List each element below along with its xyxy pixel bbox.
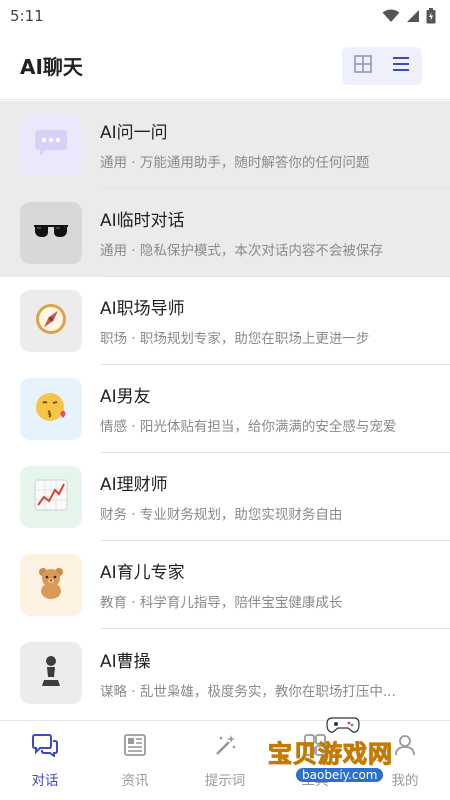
- chat-desc: 职场 · 职场规划专家，助您在职场上更进一步: [100, 331, 370, 347]
- avatar: [20, 642, 82, 704]
- chat-item-financial-planner[interactable]: AI理财师 财务 · 专业财务规划，助您实现财务自由: [0, 453, 450, 541]
- kissing-face-icon: [34, 390, 68, 428]
- chat-name: AI临时对话: [100, 211, 185, 231]
- chat-item-cao-cao[interactable]: AI曹操 谋略 · 乱世枭雄，极度务实，教你在职场打压中...: [0, 629, 450, 717]
- avatar: [20, 554, 82, 616]
- avatar: [20, 290, 82, 352]
- chat-desc: 教育 · 科学育儿指导，陪伴宝宝健康成长: [100, 595, 343, 611]
- chat-icon: [32, 733, 58, 761]
- teddy-bear-icon: [34, 566, 68, 604]
- magic-wand-icon: [213, 733, 237, 761]
- chat-item-career-mentor[interactable]: AI职场导师 职场 · 职场规划专家，助您在职场上更进一步: [0, 277, 450, 365]
- chat-item-boyfriend[interactable]: AI男友 情感 · 阳光体贴有担当，给你满满的安全感与宠爱: [0, 365, 450, 453]
- status-bar: 5:11: [0, 0, 450, 32]
- tab-label: 工具: [301, 772, 329, 789]
- view-toggle: [342, 46, 422, 85]
- bottom-tab-bar: 对话 资讯 提示词 工具 我的: [0, 720, 450, 800]
- chart-increasing-icon: [34, 479, 68, 515]
- chat-item-ask[interactable]: AI问一问 通用 · 万能通用助手，随时解答你的任何问题: [0, 101, 450, 189]
- profile-icon: [393, 733, 417, 761]
- tab-label: 资讯: [121, 772, 149, 789]
- chat-item-parenting-expert[interactable]: AI育儿专家 教育 · 科学育儿指导，陪伴宝宝健康成长: [0, 541, 450, 629]
- status-time: 5:11: [10, 7, 44, 25]
- app-bar: AI聊天: [0, 32, 450, 100]
- news-icon: [123, 733, 147, 761]
- grid-icon: [354, 54, 372, 77]
- tab-tools[interactable]: 工具: [270, 721, 360, 800]
- chat-desc: 通用 · 万能通用助手，随时解答你的任何问题: [100, 155, 370, 171]
- tab-label: 对话: [31, 772, 59, 789]
- chat-desc: 谋略 · 乱世枭雄，极度务实，教你在职场打压中...: [100, 683, 396, 700]
- status-icons: [382, 8, 436, 24]
- page-title: AI聊天: [20, 55, 83, 79]
- chat-list: AI问一问 通用 · 万能通用助手，随时解答你的任何问题 AI临时对话 通用 ·…: [0, 101, 450, 720]
- chess-pawn-icon: [39, 654, 63, 692]
- speech-bubble-icon: [34, 128, 68, 162]
- chat-name: AI理财师: [100, 475, 168, 495]
- tab-prompts[interactable]: 提示词: [180, 721, 270, 800]
- avatar: [20, 466, 82, 528]
- wifi-icon: [382, 9, 400, 23]
- tab-label: 我的: [391, 772, 419, 789]
- list-icon: [392, 56, 410, 76]
- list-view-button[interactable]: [384, 51, 418, 81]
- chat-name: AI育儿专家: [100, 563, 185, 583]
- chat-desc: 财务 · 专业财务规划，助您实现财务自由: [100, 507, 343, 523]
- compass-icon: [34, 302, 68, 340]
- chat-name: AI男友: [100, 387, 151, 407]
- avatar: [20, 202, 82, 264]
- chat-desc: 通用 · 隐私保护模式，本次对话内容不会被保存: [100, 243, 383, 259]
- signal-icon: [406, 9, 420, 23]
- tab-chat[interactable]: 对话: [0, 721, 90, 800]
- tab-news[interactable]: 资讯: [90, 721, 180, 800]
- tools-icon: [303, 733, 327, 761]
- avatar: [20, 378, 82, 440]
- chat-desc: 情感 · 阳光体贴有担当，给你满满的安全感与宠爱: [100, 419, 397, 435]
- chat-name: AI职场导师: [100, 299, 185, 319]
- chat-name: AI问一问: [100, 123, 168, 143]
- grid-view-button[interactable]: [346, 51, 380, 81]
- tab-profile[interactable]: 我的: [360, 721, 450, 800]
- chat-item-temporary[interactable]: AI临时对话 通用 · 隐私保护模式，本次对话内容不会被保存: [0, 189, 450, 277]
- chat-name: AI曹操: [100, 651, 151, 672]
- avatar: [20, 114, 82, 176]
- sunglasses-icon: [33, 223, 69, 243]
- battery-icon: [426, 8, 436, 24]
- tab-label: 提示词: [204, 772, 246, 789]
